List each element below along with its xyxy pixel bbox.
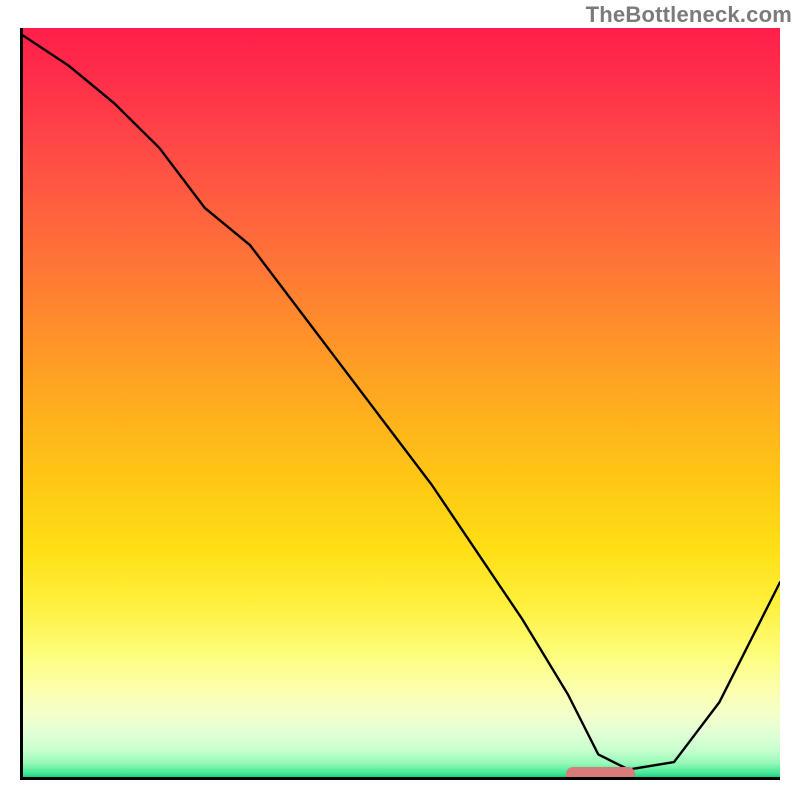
attribution-text: TheBottleneck.com (586, 2, 792, 28)
chart-canvas: TheBottleneck.com (0, 0, 800, 800)
optimal-range-marker (566, 767, 635, 780)
plot-area (20, 28, 780, 780)
bottleneck-curve (23, 28, 780, 777)
